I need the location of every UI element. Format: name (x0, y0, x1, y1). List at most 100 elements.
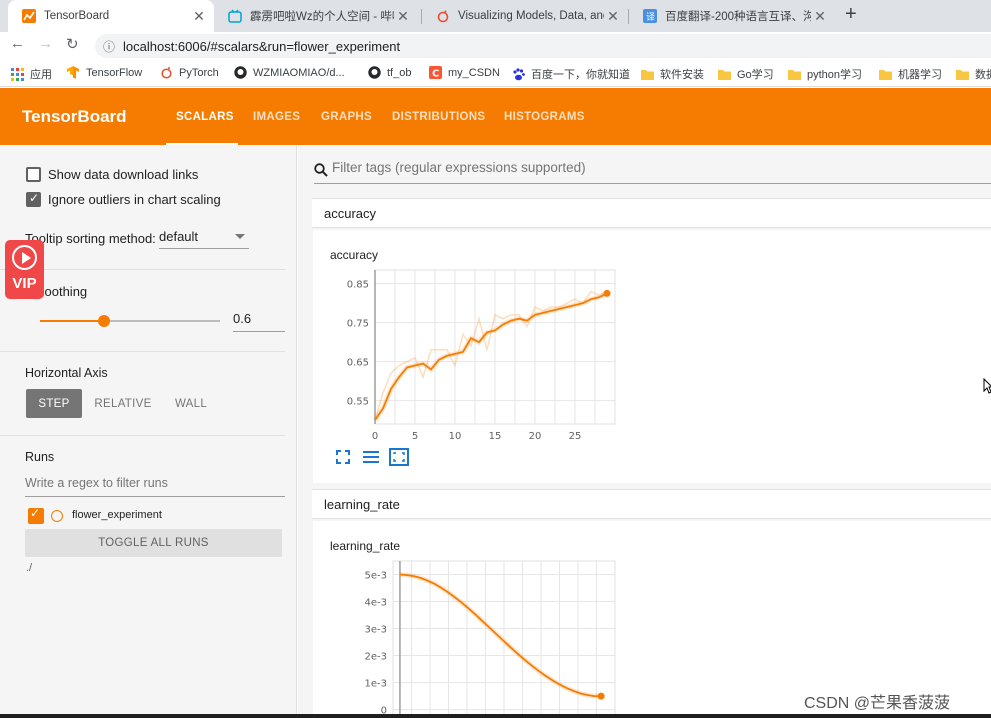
tab-graphs[interactable]: GRAPHS (321, 111, 372, 123)
close-tab-icon[interactable]: ✕ (604, 8, 622, 25)
bookmark-folder-software[interactable]: 软件安装 (641, 66, 704, 82)
last-point-marker (597, 692, 605, 700)
svg-text:C: C (432, 69, 439, 80)
tensorflow-icon (67, 66, 79, 79)
tab-histograms[interactable]: HISTOGRAMS (504, 111, 585, 123)
run-name: flower_experiment (72, 509, 162, 521)
vip-badge-text: VIP (12, 275, 37, 292)
browser-tab-baidu-translate[interactable]: 译 百度翻译-200种语言互译、沟通 ✕ (629, 0, 835, 32)
smoothing-slider[interactable] (40, 315, 220, 327)
pytorch-icon (161, 67, 172, 79)
y-tick-label: 3e-3 (365, 625, 388, 636)
tooltip-sorting-value: default (159, 229, 199, 244)
bookmark-baidu[interactable]: 百度一下，你就知道 (512, 66, 630, 82)
bookmark-tf-ob[interactable]: tf_ob (368, 66, 411, 79)
vip-badge[interactable]: VIP (5, 240, 44, 299)
show-download-links-checkbox[interactable] (26, 167, 41, 182)
category-accuracy[interactable]: accuracy (312, 198, 991, 228)
run-color-icon[interactable] (51, 510, 63, 522)
run-filter-input[interactable]: Write a regex to filter runs (25, 476, 285, 497)
axis-wall-button[interactable]: WALL (168, 389, 214, 418)
play-icon (12, 245, 37, 270)
sidebar-divider (0, 351, 285, 352)
baidu-translate-icon: 译 (643, 9, 657, 23)
browser-tab-pytorch[interactable]: Visualizing Models, Data, and ✕ (422, 0, 628, 32)
category-learning-rate[interactable]: learning_rate (312, 489, 991, 519)
taskbar-strip (0, 714, 991, 718)
tab-title: TensorBoard (44, 10, 110, 22)
runs-label: Runs (25, 450, 55, 464)
learning-rate-chart[interactable]: 01e-32e-33e-34e-35e-3 (325, 553, 625, 718)
sidebar-divider (0, 435, 285, 436)
close-tab-icon[interactable]: ✕ (811, 8, 829, 25)
bookmark-folder-ml[interactable]: 机器学习 (879, 66, 942, 82)
y-tick-label: 2e-3 (365, 652, 388, 663)
tab-title: Visualizing Models, Data, and (458, 10, 604, 22)
browser-tab-tensorboard[interactable]: TensorBoard ✕ (8, 0, 214, 32)
tab-scalars[interactable]: SCALARS (176, 111, 234, 123)
y-tick-label: 5e-3 (365, 571, 388, 582)
bookmark-pytorch[interactable]: PyTorch (160, 66, 219, 79)
site-info-icon[interactable]: ⓘ (103, 38, 115, 55)
bookmark-apps[interactable]: 应用 (11, 66, 52, 82)
url-field[interactable]: ⓘ localhost:6006/#scalars&run=flower_exp… (95, 34, 991, 58)
axis-step-button[interactable]: STEP (26, 389, 82, 418)
x-tick-label: 15 (489, 431, 502, 442)
bookmark-wzmiaomiao[interactable]: WZMIAOMIAO/d... (234, 66, 345, 79)
show-download-links-label: Show data download links (48, 167, 199, 182)
x-tick-label: 0 (372, 431, 378, 442)
app-logo[interactable]: TensorBoard (22, 107, 127, 127)
new-tab-button[interactable]: + (845, 3, 857, 26)
reload-icon[interactable]: ↻ (66, 35, 79, 53)
bookmark-my-csdn[interactable]: C my_CSDN (429, 66, 500, 79)
run-checkbox[interactable] (28, 506, 44, 524)
url-text: localhost:6006/#scalars&run=flower_exper… (123, 38, 401, 54)
ignore-outliers-checkbox[interactable] (26, 191, 41, 207)
folder-icon (788, 69, 801, 80)
bookmark-folder-python[interactable]: python学习 (788, 66, 862, 82)
search-icon (314, 163, 328, 177)
browser-tab-bilibili[interactable]: 霹雳吧啦Wz的个人空间 - 哔哩哔 ✕ (214, 0, 418, 32)
axis-relative-button[interactable]: RELATIVE (90, 389, 156, 418)
close-tab-icon[interactable]: ✕ (190, 8, 208, 25)
bookmark-folder-go[interactable]: Go学习 (718, 66, 774, 82)
last-point-marker (603, 289, 611, 297)
folder-icon (956, 69, 969, 80)
bookmark-folder-data[interactable]: 数据 (956, 66, 991, 82)
x-tick-label: 5 (412, 431, 418, 442)
folder-icon (641, 69, 654, 80)
tooltip-sorting-select[interactable]: default (159, 229, 249, 249)
pytorch-icon (437, 10, 449, 23)
fit-domain-icon[interactable] (389, 448, 409, 466)
y-tick-label: 4e-3 (365, 598, 388, 609)
fullscreen-icon[interactable] (335, 449, 351, 465)
folder-icon (879, 69, 892, 80)
browser-tab-bar: TensorBoard ✕ 霹雳吧啦Wz的个人空间 - 哔哩哔 ✕ Visual… (0, 0, 991, 32)
accuracy-chart[interactable]: 0.55 0.65 0.75 0.85 0 5 10 15 20 25 (325, 262, 625, 447)
forward-arrow-icon[interactable]: → (38, 35, 53, 52)
list-icon[interactable] (362, 449, 380, 465)
csdn-watermark: CSDN @芒果香菠菠 (804, 695, 951, 712)
x-tick-label: 10 (449, 431, 462, 442)
csdn-icon: C (429, 66, 442, 79)
y-tick-label: 0.55 (347, 397, 369, 408)
toggle-all-runs-button[interactable]: TOGGLE ALL RUNS (25, 529, 282, 557)
logdir-path: ./ (26, 562, 33, 574)
ignore-outliers-label: Ignore outliers in chart scaling (48, 192, 221, 207)
tag-filter-input[interactable]: Filter tags (regular expressions support… (314, 160, 991, 184)
tab-distributions[interactable]: DISTRIBUTIONS (392, 111, 485, 123)
smoothing-value-input[interactable]: 0.6 (233, 311, 285, 332)
tag-filter-placeholder: Filter tags (regular expressions support… (332, 160, 586, 175)
tab-title: 百度翻译-200种语言互译、沟通 (665, 11, 811, 23)
svg-text:译: 译 (646, 12, 655, 23)
github-icon (368, 66, 381, 79)
bookmark-tensorflow[interactable]: TensorFlow (67, 66, 142, 79)
folder-icon (718, 69, 731, 80)
tab-title: 霹雳吧啦Wz的个人空间 - 哔哩哔 (250, 11, 394, 23)
address-bar-row: ← → ↻ ⓘ localhost:6006/#scalars&run=flow… (0, 32, 991, 60)
chart-title: learning_rate (330, 539, 401, 553)
chart-title: accuracy (330, 248, 379, 262)
tab-images[interactable]: IMAGES (253, 111, 300, 123)
close-tab-icon[interactable]: ✕ (394, 8, 412, 25)
back-arrow-icon[interactable]: ← (10, 35, 25, 52)
